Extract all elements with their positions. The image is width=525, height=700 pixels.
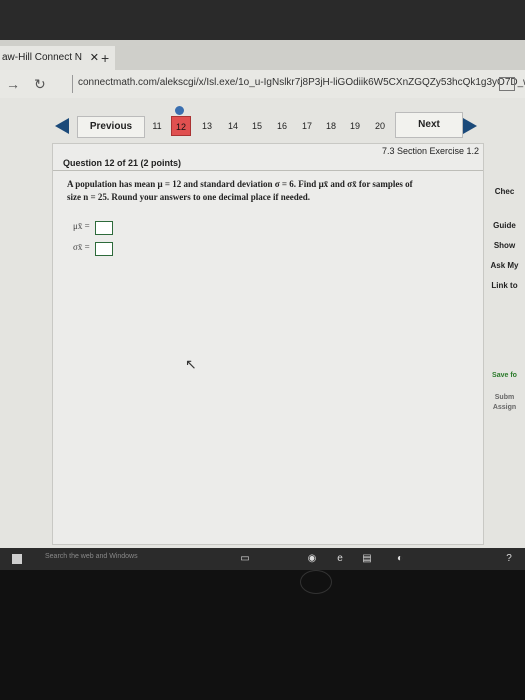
tab-title: aw-Hill Connect Ν <box>2 52 83 63</box>
close-tab-icon[interactable]: ✕ <box>90 46 99 70</box>
url-field[interactable]: connectmath.com/alekscgi/x/Isl.exe/1o_u-… <box>78 77 525 88</box>
prompt-line-1: A population has mean μ = 12 and standar… <box>67 179 413 189</box>
mouse-cursor-icon: ↖ <box>185 356 197 372</box>
address-bar: → ↻ connectmath.com/alekscgi/x/Isl.exe/1… <box>0 70 525 98</box>
help-icon[interactable]: ? <box>502 552 516 566</box>
ask-instructor-button[interactable]: Ask My <box>484 255 525 277</box>
answer-sd-label: σx̄ = <box>73 242 90 252</box>
question-number-20[interactable]: 20 <box>370 116 390 136</box>
question-number-16[interactable]: 16 <box>272 116 292 136</box>
taskbar-search-field[interactable]: Search the web and Windows <box>45 553 138 560</box>
question-number-18[interactable]: 18 <box>321 116 341 136</box>
submit-assignment-button[interactable]: Assign <box>484 403 525 425</box>
guided-solution-button[interactable]: Guide <box>484 215 525 237</box>
windows-taskbar: Search the web and Windows ▭ ◉ e ▤ ◐ ? <box>0 548 525 570</box>
right-sidebar: Chec Guide Show Ask My Link to Save fo S… <box>484 143 525 543</box>
question-navigation: Previous 11 12 13 14 15 16 17 18 19 20 N… <box>55 106 485 138</box>
reading-view-icon[interactable] <box>499 77 515 91</box>
edge-icon[interactable]: e <box>333 552 347 566</box>
hp-app-icon[interactable]: ◐ <box>393 552 407 566</box>
panel-divider <box>53 170 483 171</box>
answer-sd-row: σx̄ = <box>73 242 113 256</box>
question-number-12[interactable]: 12 <box>171 116 191 136</box>
current-question-marker-icon <box>175 106 184 115</box>
save-for-later-button[interactable]: Save fo <box>484 365 525 387</box>
store-icon[interactable]: ▤ <box>360 552 374 566</box>
browser-window: aw-Hill Connect Ν ✕ + → ↻ connectmath.co… <box>0 40 525 548</box>
answer-mean-row: μx̄ = <box>73 221 113 235</box>
question-number-11[interactable]: 11 <box>147 116 167 136</box>
windows-start-icon[interactable] <box>12 554 22 564</box>
answer-sd-input[interactable] <box>95 242 113 256</box>
address-divider <box>72 75 73 93</box>
question-prompt: A population has mean μ = 12 and standar… <box>67 178 472 204</box>
next-button[interactable]: Next <box>395 112 463 138</box>
question-panel: 7.3 Section Exercise 1.2 Question 12 of … <box>52 143 484 545</box>
question-title: Question 12 of 21 (2 points) <box>63 158 182 168</box>
browser-tab[interactable]: aw-Hill Connect Ν ✕ <box>0 46 115 70</box>
show-example-button[interactable]: Show <box>484 235 525 257</box>
check-answer-button[interactable]: Chec <box>484 181 525 203</box>
page-content: Previous 11 12 13 14 15 16 17 18 19 20 N… <box>0 98 525 548</box>
photo-top-edge <box>0 0 525 40</box>
tab-bar: aw-Hill Connect Ν ✕ + <box>0 40 525 70</box>
new-tab-icon[interactable]: + <box>101 46 109 70</box>
question-number-17[interactable]: 17 <box>297 116 317 136</box>
forward-arrow-icon[interactable]: → <box>6 76 20 92</box>
answer-mean-label: μx̄ = <box>73 221 90 231</box>
browser-icon[interactable]: ◉ <box>305 552 319 566</box>
hp-logo-icon <box>300 570 332 594</box>
link-to-button[interactable]: Link to <box>484 275 525 297</box>
next-arrow-icon[interactable] <box>463 118 477 134</box>
section-label: 7.3 Section Exercise 1.2 <box>381 146 479 156</box>
answer-mean-input[interactable] <box>95 221 113 235</box>
question-number-14[interactable]: 14 <box>223 116 243 136</box>
previous-arrow-icon[interactable] <box>55 118 69 134</box>
refresh-icon[interactable]: ↻ <box>34 76 46 93</box>
question-number-13[interactable]: 13 <box>197 116 217 136</box>
question-number-15[interactable]: 15 <box>247 116 267 136</box>
task-view-icon[interactable]: ▭ <box>238 552 252 566</box>
prompt-line-2: size n = 25. Round your answers to one d… <box>67 192 310 202</box>
previous-button[interactable]: Previous <box>77 116 145 138</box>
question-number-19[interactable]: 19 <box>345 116 365 136</box>
laptop-bezel <box>0 570 525 700</box>
